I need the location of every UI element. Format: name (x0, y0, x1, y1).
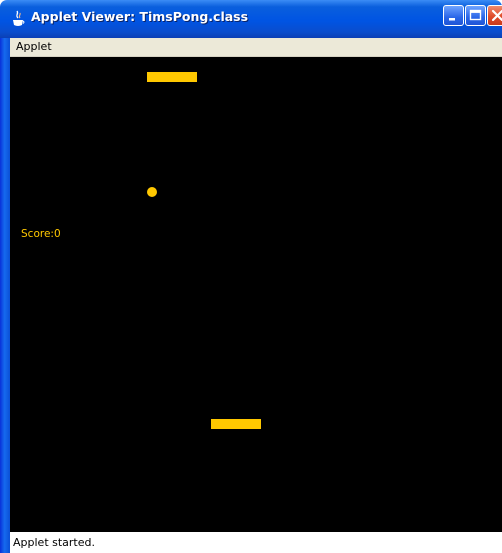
menu-applet[interactable]: Applet (16, 40, 52, 53)
java-cup-icon (13, 10, 25, 26)
status-text: Applet started. (13, 536, 95, 549)
top-paddle (147, 72, 197, 82)
maximize-button[interactable] (465, 5, 486, 26)
maximize-icon (469, 9, 482, 21)
score-label: Score:0 (21, 228, 61, 240)
status-bar: Applet started. (10, 532, 502, 553)
menu-bar: Applet (10, 38, 502, 57)
game-canvas[interactable]: Score:0 (10, 57, 502, 532)
ball (147, 187, 157, 197)
window-title: Applet Viewer: TimsPong.class (31, 9, 249, 24)
window-frame-left (0, 38, 10, 553)
close-button[interactable] (487, 5, 502, 26)
minimize-icon (449, 18, 455, 21)
bottom-paddle (211, 419, 261, 429)
close-icon (491, 9, 502, 22)
title-bar[interactable]: Applet Viewer: TimsPong.class (0, 0, 502, 38)
minimize-button[interactable] (443, 5, 464, 26)
